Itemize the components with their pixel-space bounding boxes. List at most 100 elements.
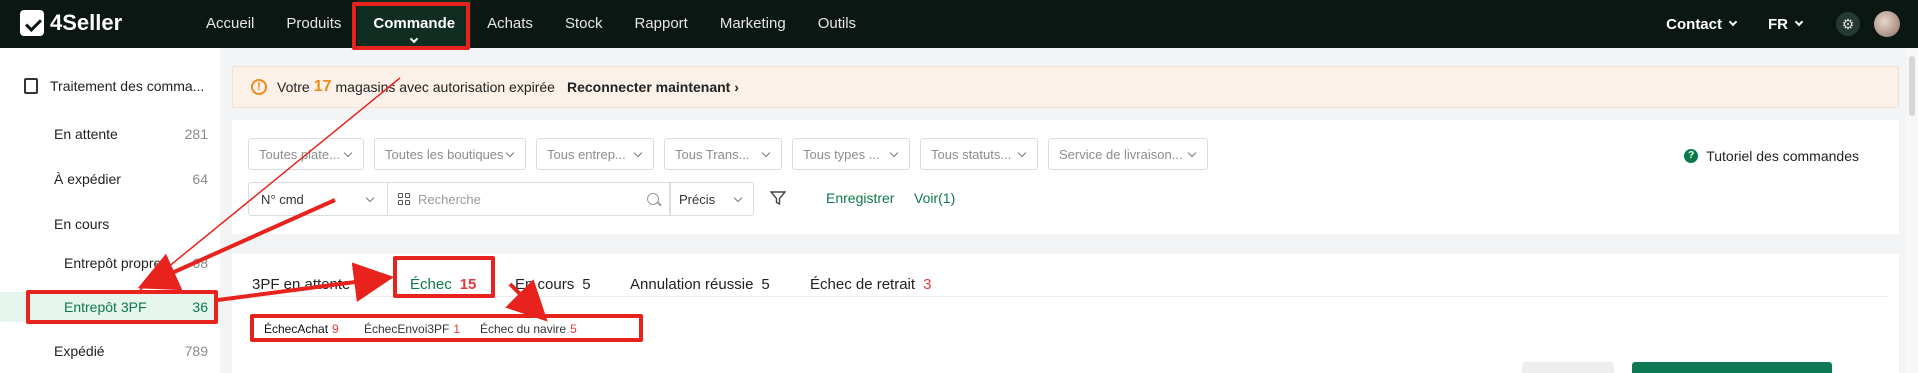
status-select-value: Tous statuts... [931,146,1012,162]
subtab-count: 5 [570,322,577,336]
main-menu: Accueil Produits Commande Achats Stock R… [190,0,872,48]
tab-label: Annulation réussie [630,276,754,293]
reconnect-label: Reconnecter maintenant [566,79,731,95]
avatar[interactable] [1874,11,1900,37]
filter-icon[interactable] [770,190,786,206]
tab-label: En cours [515,276,575,293]
orders-tutorial-link[interactable]: ? Tutoriel des commandes [1684,148,1859,164]
page-scrollbar[interactable] [1906,48,1918,373]
tab-label: Échec de retrait [810,276,916,293]
chevron-down-icon [733,193,743,203]
banner-count: 17 [313,78,332,95]
tutorial-label: Tutoriel des commandes [1706,148,1859,164]
order-field-value: N° cmd [261,191,304,207]
nav-item-rapport[interactable]: Rapport [618,0,703,48]
language-label: FR [1768,15,1788,33]
scrollbar-thumb[interactable] [1909,56,1915,116]
tab-3pf-en-attente[interactable]: 3PF en attente [252,276,350,293]
order-status-panel: 3PF en attente Échec 15 En cours 5 Annulat… [232,254,1899,373]
grid-icon [398,193,410,205]
store-select[interactable]: Toutes les boutiques [374,138,526,170]
chevron-down-icon [761,148,771,158]
sidebar-item-label: En attente [54,126,118,142]
view-saved-filters-button[interactable]: Voir(1) [914,190,955,206]
settings-icon[interactable]: ⚙ [1836,12,1860,36]
search-input[interactable] [418,191,638,207]
sidebar-item-count: 36 [192,299,208,315]
reconnect-link[interactable]: Reconnecter maintenant › [567,79,739,95]
tab-count: 5 [582,276,591,293]
tab-echec[interactable]: Échec 15 [410,276,476,293]
sidebar-item-entrepot-propre[interactable]: Entrepôt propre 68 [0,248,220,278]
help-icon: ? [1684,149,1699,163]
sidebar-item-en-attente[interactable]: En attente 281 [0,119,220,149]
carrier-select[interactable]: Tous Trans... [664,138,782,170]
sidebar-item-count: 281 [184,126,208,142]
nav-item-marketing[interactable]: Marketing [704,0,802,48]
expired-authorization-banner: ! Votre 17 magasins avec autorisation ex… [232,66,1899,108]
secondary-action-button[interactable] [1522,362,1614,373]
subtab-label: ÉchecAchat [264,322,329,336]
nav-item-accueil[interactable]: Accueil [190,0,270,48]
sidebar-item-label: Entrepôt propre [64,255,162,271]
chevron-down-icon [505,148,515,158]
order-number-field-select[interactable]: N° cmd [248,182,388,216]
nav-item-stock[interactable]: Stock [549,0,619,48]
chevron-down-icon [1187,148,1197,158]
tab-en-cours[interactable]: En cours 5 [515,276,591,293]
sidebar-item-en-cours[interactable]: En cours [0,209,220,239]
match-mode-value: Précis [679,191,716,207]
brand-logo[interactable]: 4Seller [20,10,122,36]
chevron-down-icon [889,148,899,158]
nav-item-produits[interactable]: Produits [270,0,357,48]
platform-select[interactable]: Toutes plate... [248,138,364,170]
chevron-down-icon [1728,17,1738,27]
tab-echec-de-retrait[interactable]: Échec de retrait 3 [810,276,931,293]
delivery-service-select-value: Service de livraison... [1059,146,1183,162]
nav-item-commande[interactable]: Commande [357,0,472,48]
nav-item-achats[interactable]: Achats [471,0,549,48]
contact-menu[interactable]: Contact [1666,16,1738,33]
type-select-value: Tous types ... [803,146,880,162]
chevron-down-icon [343,148,353,158]
search-icon[interactable] [647,193,659,205]
sidebar-item-label: Expédié [54,343,105,359]
match-mode-select[interactable]: Précis [670,182,754,216]
subtab-echec-achat[interactable]: ÉchecAchat 9 [264,322,339,336]
sidebar-section-orders[interactable]: Traitement des comma... [24,78,204,94]
primary-action-button[interactable] [1632,362,1832,373]
sidebar-item-label: À expédier [54,171,121,187]
tab-count: 3 [923,276,932,293]
subtab-echec-du-navire[interactable]: Échec du navire 5 [480,322,577,336]
subtab-count: 1 [453,322,461,336]
filter-panel: Toutes plate... Toutes les boutiques Tou… [232,120,1899,234]
store-select-value: Toutes les boutiques [385,146,504,162]
status-select[interactable]: Tous statuts... [920,138,1038,170]
clipboard-icon [24,78,38,94]
sidebar-item-expedie[interactable]: Expédié 789 [0,336,220,366]
type-select[interactable]: Tous types ... [792,138,910,170]
chevron-down-icon [409,34,419,44]
language-menu[interactable]: FR [1768,15,1804,33]
carrier-select-value: Tous Trans... [675,146,750,162]
nav-item-outils[interactable]: Outils [802,0,872,48]
chevron-down-icon [1794,17,1804,27]
sidebar-item-entrepot-3pf[interactable]: Entrepôt 3PF 36 [0,292,220,322]
top-navigation-bar: 4Seller Accueil Produits Commande Achats… [0,0,1918,48]
nav-item-commande-label: Commande [373,15,456,32]
sidebar-item-a-expedier[interactable]: À expédier 64 [0,164,220,194]
warehouse-select-value: Tous entrep... [547,146,626,162]
save-filter-button[interactable]: Enregistrer [826,190,894,206]
subtab-echec-envoi-3pf[interactable]: ÉchecEnvoi3PF 1 [364,322,460,336]
delivery-service-select[interactable]: Service de livraison... [1048,138,1208,170]
logo-icon [20,10,44,36]
tab-annulation-reussie[interactable]: Annulation réussie 5 [630,276,770,293]
subtab-label: Échec du navire [480,322,567,336]
warehouse-select[interactable]: Tous entrep... [536,138,654,170]
banner-prefix: Votre [277,79,310,95]
sidebar-item-count: 64 [192,171,208,187]
nav-right-actions: Contact FR ⚙ [1634,0,1900,48]
warning-icon: ! [251,79,267,95]
tab-count: 15 [459,276,477,293]
search-box [388,182,670,216]
